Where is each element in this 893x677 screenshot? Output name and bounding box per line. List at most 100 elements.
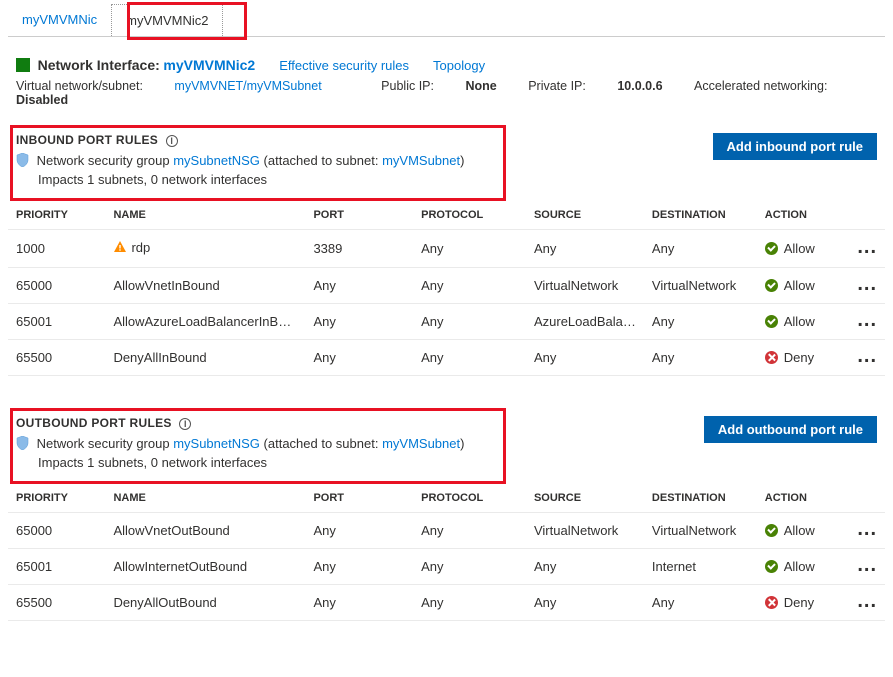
cell-name: DenyAllInBound: [105, 340, 305, 376]
inbound-table: Priority Name Port Protocol Source Desti…: [8, 201, 885, 376]
more-button[interactable]: ...: [857, 273, 877, 301]
table-row[interactable]: 65500DenyAllOutBoundAnyAnyAnyAnyDeny...: [8, 585, 885, 621]
th-source[interactable]: Source: [526, 201, 644, 230]
more-button[interactable]: ...: [857, 554, 877, 582]
tab-nic1[interactable]: myVMVMNic: [8, 4, 111, 36]
cell-source: Any: [526, 585, 644, 621]
nsg-prefix: Network security group: [37, 153, 170, 168]
nsg-attached-end: ): [460, 436, 464, 451]
cell-name: AllowAzureLoadBalancerInBound: [105, 304, 305, 340]
deny-icon: [765, 351, 778, 364]
cell-destination: VirtualNetwork: [644, 513, 757, 549]
th-priority[interactable]: Priority: [8, 201, 105, 230]
cell-protocol: Any: [413, 304, 526, 340]
allow-icon: [765, 279, 778, 292]
cell-priority: 65001: [8, 549, 105, 585]
cell-name: AllowInternetOutBound: [105, 549, 305, 585]
allow-icon: [765, 315, 778, 328]
table-row[interactable]: 1000rdp3389AnyAnyAnyAllow...: [8, 230, 885, 268]
cell-priority: 65001: [8, 304, 105, 340]
more-button[interactable]: ...: [857, 309, 877, 337]
cell-source: Any: [526, 230, 644, 268]
more-button[interactable]: ...: [857, 518, 877, 546]
nic-title: Network Interface: myVMVMNic2: [16, 57, 255, 73]
cell-action: Allow: [757, 268, 844, 304]
table-row[interactable]: 65500DenyAllInBoundAnyAnyAnyAnyDeny...: [8, 340, 885, 376]
subnet-link[interactable]: myVMSubnet: [382, 153, 460, 168]
nsg-prefix: Network security group: [37, 436, 170, 451]
allow-icon: [765, 242, 778, 255]
cell-protocol: Any: [413, 340, 526, 376]
nsg-attached-end: ): [460, 153, 464, 168]
more-button[interactable]: ...: [857, 236, 877, 264]
cell-port: Any: [305, 513, 413, 549]
deny-icon: [765, 596, 778, 609]
th-name[interactable]: Name: [105, 484, 305, 513]
th-port[interactable]: Port: [305, 484, 413, 513]
info-icon[interactable]: i: [179, 418, 191, 430]
cell-port: Any: [305, 304, 413, 340]
th-name[interactable]: Name: [105, 201, 305, 230]
outbound-impacts: Impacts 1 subnets, 0 network interfaces: [38, 455, 464, 470]
cell-name: AllowVnetOutBound: [105, 513, 305, 549]
th-protocol[interactable]: Protocol: [413, 201, 526, 230]
table-row[interactable]: 65000AllowVnetInBoundAnyAnyVirtualNetwor…: [8, 268, 885, 304]
cell-port: 3389: [305, 230, 413, 268]
th-priority[interactable]: Priority: [8, 484, 105, 513]
subnet-link[interactable]: myVMSubnet: [382, 436, 460, 451]
info-icon[interactable]: i: [166, 135, 178, 147]
vnet-link[interactable]: myVMVNET/myVMSubnet: [174, 79, 321, 93]
cell-action: Deny: [757, 340, 844, 376]
add-inbound-rule-button[interactable]: Add inbound port rule: [713, 133, 877, 160]
allow-icon: [765, 524, 778, 537]
cell-destination: Any: [644, 304, 757, 340]
shield-icon: [16, 436, 29, 453]
warning-icon: [113, 240, 127, 257]
nsg-link[interactable]: mySubnetNSG: [173, 436, 260, 451]
nic-tabs: myVMVMNic myVMVMNic2: [8, 4, 885, 37]
th-port[interactable]: Port: [305, 201, 413, 230]
nic-name-link[interactable]: myVMVMNic2: [163, 57, 255, 73]
add-outbound-rule-button[interactable]: Add outbound port rule: [704, 416, 877, 443]
nsg-attached: (attached to subnet:: [264, 153, 379, 168]
cell-destination: Internet: [644, 549, 757, 585]
cell-action: Allow: [757, 513, 844, 549]
cell-port: Any: [305, 549, 413, 585]
cell-protocol: Any: [413, 230, 526, 268]
public-ip-label: Public IP:: [381, 79, 434, 93]
nic-label: Network Interface:: [38, 57, 160, 73]
th-source[interactable]: Source: [526, 484, 644, 513]
cell-destination: Any: [644, 585, 757, 621]
th-destination[interactable]: Destination: [644, 484, 757, 513]
table-row[interactable]: 65001AllowInternetOutBoundAnyAnyAnyInter…: [8, 549, 885, 585]
cell-protocol: Any: [413, 513, 526, 549]
cell-source: AzureLoadBalanc…: [526, 304, 644, 340]
cell-name: rdp: [105, 230, 305, 268]
cell-port: Any: [305, 268, 413, 304]
accel-label: Accelerated networking:: [694, 79, 827, 93]
table-row[interactable]: 65000AllowVnetOutBoundAnyAnyVirtualNetwo…: [8, 513, 885, 549]
cell-destination: VirtualNetwork: [644, 268, 757, 304]
topology-link[interactable]: Topology: [433, 58, 485, 73]
cell-action: Deny: [757, 585, 844, 621]
cell-destination: Any: [644, 230, 757, 268]
table-row[interactable]: 65001AllowAzureLoadBalancerInBoundAnyAny…: [8, 304, 885, 340]
effective-rules-link[interactable]: Effective security rules: [279, 58, 409, 73]
outbound-table: Priority Name Port Protocol Source Desti…: [8, 484, 885, 621]
public-ip-value: None: [465, 79, 496, 93]
cell-source: VirtualNetwork: [526, 268, 644, 304]
outbound-title: Outbound port rules: [16, 416, 172, 430]
th-destination[interactable]: Destination: [644, 201, 757, 230]
th-protocol[interactable]: Protocol: [413, 484, 526, 513]
more-button[interactable]: ...: [857, 590, 877, 618]
th-action[interactable]: Action: [757, 201, 844, 230]
nsg-link[interactable]: mySubnetNSG: [173, 153, 260, 168]
cell-action: Allow: [757, 549, 844, 585]
more-button[interactable]: ...: [857, 345, 877, 373]
private-ip-value: 10.0.0.6: [617, 79, 662, 93]
inbound-section: Inbound port rules i Network security gr…: [8, 133, 885, 376]
tab-nic2[interactable]: myVMVMNic2: [111, 4, 223, 36]
shield-icon: [16, 153, 29, 170]
private-ip-label: Private IP:: [528, 79, 586, 93]
th-action[interactable]: Action: [757, 484, 844, 513]
